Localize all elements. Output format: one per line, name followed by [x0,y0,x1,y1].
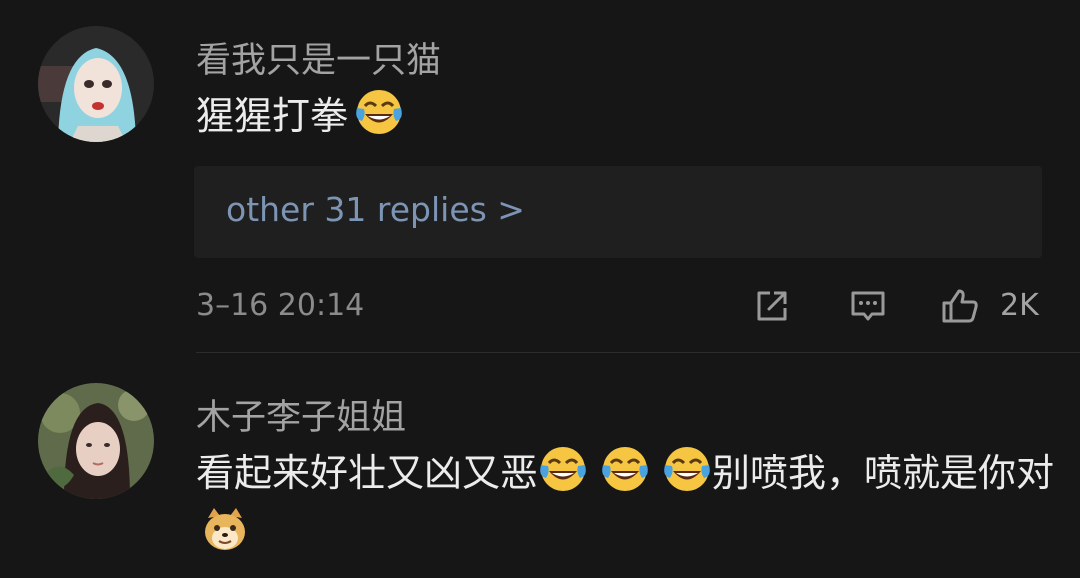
comment-text-part: 别喷我，喷就是你对 [712,451,1055,495]
share-icon[interactable] [752,286,792,326]
view-replies-link[interactable]: other 31 replies > [226,190,525,229]
comment-icon[interactable] [848,286,888,326]
comment-text: 看起来好壮又凶又恶 别喷我，喷就是你对 [196,443,1056,563]
laughing-tears-emoji-icon [538,444,588,494]
comment-text: 猩猩打拳 [196,86,1056,146]
laughing-tears-emoji-icon [354,87,404,137]
comment-item: 木子李子姐姐 看起来好壮又凶又恶 别喷我，喷就是你对 [0,353,1080,578]
comment-text-part: 看起来好壮又凶又恶 [196,451,539,495]
laughing-tears-emoji-icon [662,444,712,494]
comment-item: 看我只是一只猫 猩猩打拳 other 31 replies > 3–16 20:… [0,0,1080,352]
comment-username[interactable]: 看我只是一只猫 [196,32,441,83]
laughing-tears-emoji-icon [600,444,650,494]
avatar[interactable] [38,383,154,499]
comment-timestamp: 3–16 20:14 [196,288,365,323]
like-icon[interactable] [940,286,980,326]
doge-emoji-icon [200,504,250,554]
avatar[interactable] [38,26,154,142]
like-count: 2K [1000,288,1039,323]
replies-panel[interactable]: other 31 replies > [194,166,1042,258]
comment-meta-row: 3–16 20:14 2K [196,282,1046,330]
comment-text-part: 猩猩打拳 [196,94,349,138]
comment-username[interactable]: 木子李子姐姐 [196,389,406,440]
